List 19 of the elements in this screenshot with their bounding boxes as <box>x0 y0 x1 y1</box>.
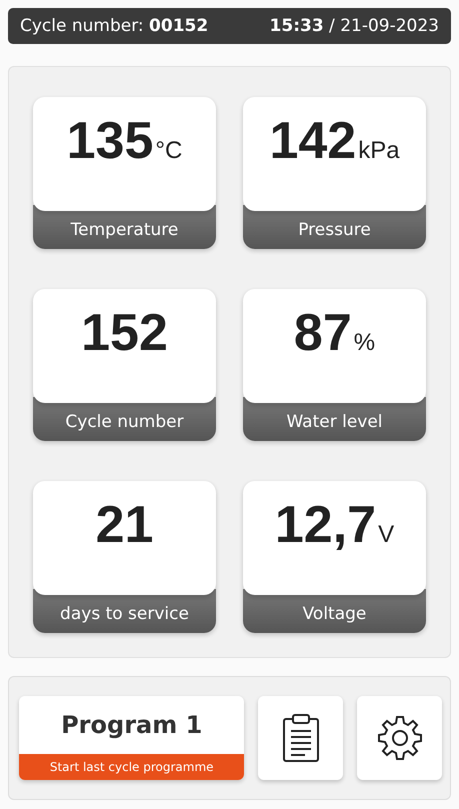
reading-unit: V <box>378 521 394 549</box>
reading-unit: kPa <box>358 137 400 165</box>
cycle-number-label: Cycle number: 00152 <box>20 16 208 36</box>
reading-value: 12,7 <box>274 495 376 555</box>
reading-unit: °C <box>155 137 182 165</box>
reading-value: 135 <box>66 111 154 171</box>
clipboard-icon <box>282 713 320 763</box>
settings-button[interactable] <box>357 696 442 780</box>
reading-value: 142 <box>269 111 356 171</box>
start-program-label: Start last cycle programme <box>19 754 244 780</box>
reading-value: 87 <box>294 303 352 363</box>
date-time: 15:33 / 21-09-2023 <box>270 16 439 36</box>
reading-value: 21 <box>96 495 154 555</box>
program-title: Program 1 <box>60 710 204 741</box>
clipboard-button[interactable] <box>258 696 344 780</box>
reading-unit: % <box>354 329 376 357</box>
reading-value: 152 <box>81 303 168 363</box>
settings-icon <box>376 714 424 762</box>
program-button[interactable]: Program 1 Start last cycle programme <box>19 696 244 780</box>
